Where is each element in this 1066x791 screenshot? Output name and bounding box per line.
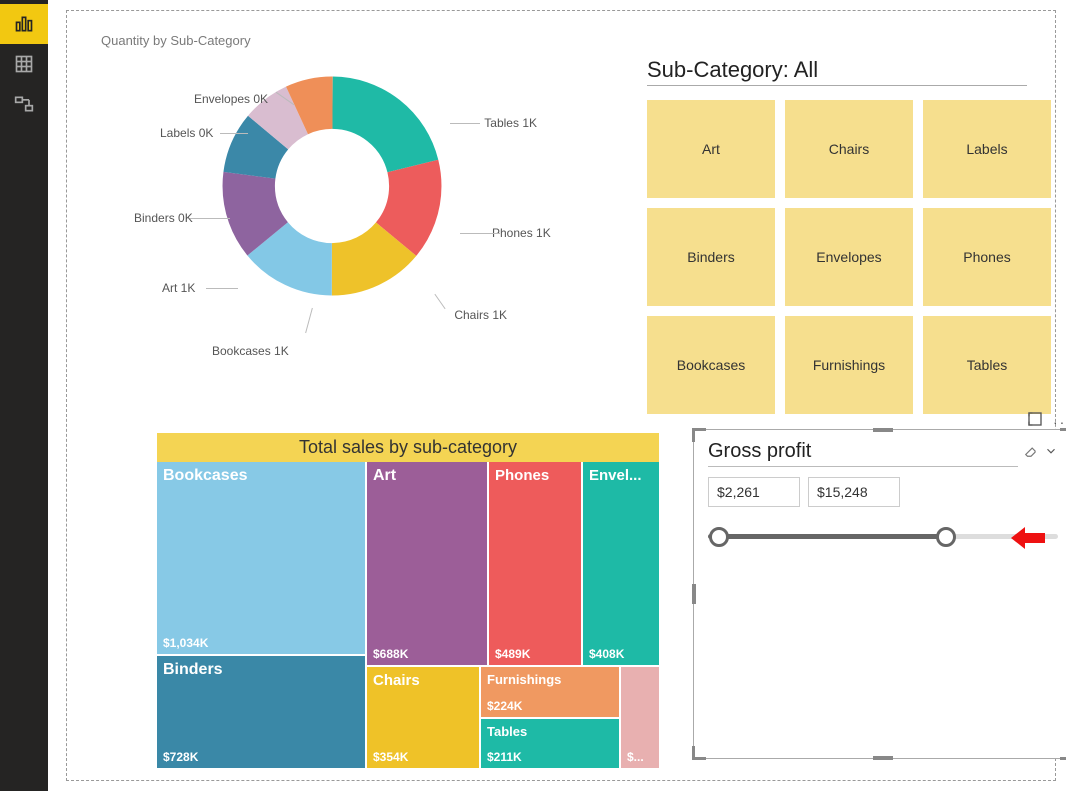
report-view-tab[interactable]	[0, 4, 48, 44]
treemap-cell-other[interactable]: $...	[621, 667, 659, 768]
data-view-tab[interactable]	[0, 44, 48, 84]
left-navbar	[0, 0, 48, 791]
slicer-item-envelopes[interactable]: Envelopes	[785, 208, 913, 306]
donut-visual[interactable]: Quantity by Sub-Category Tables 1K	[97, 33, 617, 396]
chevron-down-icon[interactable]	[1044, 444, 1058, 463]
donut-chart	[222, 76, 442, 296]
treemap-cell-tables[interactable]: Tables $211K	[481, 719, 619, 768]
donut-label-tables: Tables 1K	[484, 116, 537, 130]
treemap-cell-envelopes[interactable]: Envel... $408K	[583, 462, 659, 665]
donut-label-chairs: Chairs 1K	[454, 308, 507, 322]
donut-label-bookcases: Bookcases 1K	[212, 344, 289, 358]
treemap-cell-chairs[interactable]: Chairs $354K	[367, 667, 479, 768]
gross-profit-visual[interactable]: ··· Gross profit	[693, 429, 1066, 759]
treemap-title: Total sales by sub-category	[157, 433, 659, 462]
slicer-item-phones[interactable]: Phones	[923, 208, 1051, 306]
gross-profit-slider[interactable]	[708, 527, 1058, 547]
gross-profit-title: Gross profit	[708, 440, 1018, 467]
treemap-cell-bookcases[interactable]: Bookcases $1,034K	[157, 462, 365, 654]
treemap-visual[interactable]: Total sales by sub-category Bookcases $1…	[157, 433, 659, 768]
slicer-item-chairs[interactable]: Chairs	[785, 100, 913, 198]
slicer-item-tables[interactable]: Tables	[923, 316, 1051, 414]
slicer-item-labels[interactable]: Labels	[923, 100, 1051, 198]
slicer-item-art[interactable]: Art	[647, 100, 775, 198]
treemap-cell-furnishings[interactable]: Furnishings $224K	[481, 667, 619, 717]
subcategory-slicer[interactable]: Sub-Category: All Art Chairs Labels Bind…	[647, 57, 1066, 414]
report-canvas[interactable]: Quantity by Sub-Category Tables 1K	[66, 10, 1056, 781]
donut-label-labels: Labels 0K	[160, 126, 213, 140]
eraser-icon[interactable]	[1024, 444, 1038, 463]
slicer-item-bookcases[interactable]: Bookcases	[647, 316, 775, 414]
model-view-tab[interactable]	[0, 84, 48, 124]
slicer-item-binders[interactable]: Binders	[647, 208, 775, 306]
donut-label-binders: Binders 0K	[134, 211, 184, 225]
donut-label-envelopes: Envelopes 0K	[194, 92, 268, 106]
donut-label-art: Art 1K	[162, 281, 195, 295]
slicer-title: Sub-Category: All	[647, 57, 1027, 86]
donut-title: Quantity by Sub-Category	[101, 33, 617, 48]
slider-handle-min[interactable]	[709, 527, 729, 547]
treemap-cell-binders[interactable]: Binders $728K	[157, 656, 365, 768]
gross-profit-min-input[interactable]	[708, 477, 800, 507]
slider-handle-max[interactable]	[936, 527, 956, 547]
gross-profit-max-input[interactable]	[808, 477, 900, 507]
treemap-cell-art[interactable]: Art $688K	[367, 462, 487, 665]
slicer-item-furnishings[interactable]: Furnishings	[785, 316, 913, 414]
donut-label-phones: Phones 1K	[492, 226, 552, 240]
treemap-cell-phones[interactable]: Phones $489K	[489, 462, 581, 665]
red-arrow-annotation	[1011, 527, 1045, 549]
